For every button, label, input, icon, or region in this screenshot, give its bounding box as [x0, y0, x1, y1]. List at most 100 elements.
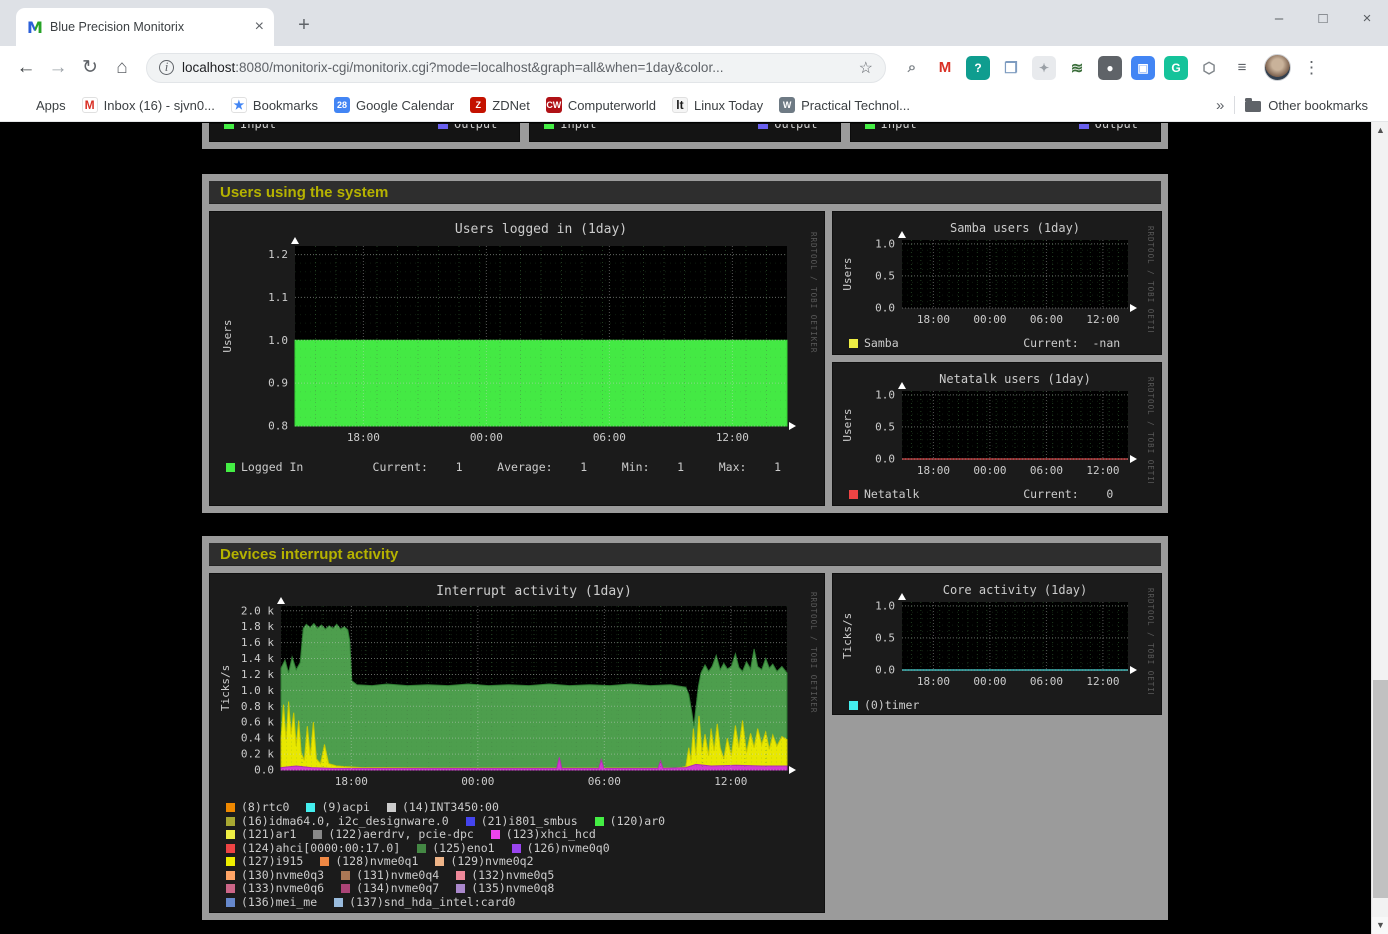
svg-text:1.1: 1.1: [268, 291, 288, 304]
legend-item: (137)snd_hda_intel:card0: [334, 896, 515, 910]
copy-pages-ext-icon[interactable]: ❐: [999, 56, 1023, 80]
netatalk-users-chart-panel[interactable]: 0.00.51.018:0000:0006:0012:00Netatalk us…: [832, 362, 1162, 506]
legend-row: (124)ahci[0000:00:17.0] (125)eno1 (126)nvm…: [217, 842, 817, 856]
legend-item: (123)xhci_hcd: [491, 828, 596, 842]
legend-label: (125)eno1: [432, 842, 494, 856]
browser-toolbar: ← → ↻ ⌂ i localhost:8080/monitorix-cgi/m…: [0, 46, 1388, 89]
svg-text:06:00: 06:00: [1030, 313, 1063, 326]
stack-ext-icon[interactable]: ≋: [1065, 56, 1089, 80]
rrdtool-watermark: RRDTOOL / TOBI OETIKER: [1146, 226, 1154, 332]
chart-ylabel: Users: [221, 319, 234, 352]
section-title-interrupts: Devices interrupt activity: [209, 543, 1161, 566]
legend-label: (9)acpi: [321, 801, 369, 815]
legend-item: (8)rtc0: [226, 801, 289, 815]
legend-item: Logged In Current: 1 Average: 1 Min: 1 M…: [226, 461, 781, 475]
lamp-ext-icon[interactable]: ●: [1098, 56, 1122, 80]
scrollbar-thumb[interactable]: [1373, 680, 1388, 898]
browser-tab[interactable]: M Blue Precision Monitorix ×: [16, 8, 274, 46]
legend-item: (128)nvme0q1: [320, 855, 418, 869]
svg-text:18:00: 18:00: [917, 313, 950, 326]
svg-text:00:00: 00:00: [461, 775, 494, 788]
users-logged-in-chart-panel[interactable]: 0.80.91.01.11.218:0000:0006:0012:00Users…: [209, 211, 825, 506]
legend-item: (124)ahci[0000:00:17.0]: [226, 842, 400, 856]
grammarly-ext-icon[interactable]: G: [1164, 56, 1188, 80]
core-activity-chart-panel[interactable]: 0.00.51.018:0000:0006:0012:00Core activi…: [832, 573, 1162, 715]
legend-item: (14)INT3450:00: [387, 801, 499, 815]
address-bar[interactable]: i localhost:8080/monitorix-cgi/monitorix…: [146, 53, 886, 83]
session-ext-icon[interactable]: ✦: [1032, 56, 1056, 80]
tab-close-icon[interactable]: ×: [255, 18, 264, 36]
legend-swatch: [456, 871, 465, 880]
svg-text:1.6 k: 1.6 k: [241, 636, 274, 649]
forward-icon[interactable]: →: [42, 57, 74, 79]
back-icon[interactable]: ←: [10, 57, 42, 79]
svg-text:12:00: 12:00: [1086, 313, 1119, 326]
extensions-puzzle-icon[interactable]: ⬡: [1197, 56, 1221, 80]
svg-text:0.6 k: 0.6 k: [241, 716, 274, 729]
legend-row: (127)i915(128)nvme0q1(129)nvme0q2: [217, 855, 817, 869]
bookmarks-overflow-icon[interactable]: »: [1216, 97, 1224, 114]
svg-text:0.0: 0.0: [875, 302, 895, 315]
interrupts-section: Devices interrupt activity 0.00.2 k0.4 k…: [202, 536, 1168, 920]
bookmark-item-google-calendar[interactable]: 28Google Calendar: [334, 97, 454, 113]
bookmark-star-icon[interactable]: ☆: [859, 58, 873, 78]
window-minimize-icon[interactable]: –: [1270, 10, 1288, 27]
legend-label: (126)nvme0q0: [527, 842, 610, 856]
page-scrollbar[interactable]: ▲ ▼: [1371, 122, 1388, 934]
other-bookmarks-button[interactable]: Other bookmarks: [1245, 98, 1368, 113]
legend-swatch: [758, 123, 768, 129]
legend-item: (21)i801_smbus: [466, 815, 578, 829]
reading-list-icon[interactable]: ≡: [1230, 56, 1254, 80]
legend-swatch: [865, 123, 875, 129]
legend-label: (135)nvme0q8: [471, 882, 554, 896]
legend-label: (131)nvme0q4: [356, 869, 439, 883]
svg-text:00:00: 00:00: [470, 431, 503, 444]
legend-label: (129)nvme0q2: [450, 855, 533, 869]
legend-swatch: [438, 123, 448, 129]
samba-users-chart-panel[interactable]: 0.00.51.018:0000:0006:0012:00Samba users…: [832, 211, 1162, 355]
legend-swatch: [466, 817, 475, 826]
bookmark-item-linux-today[interactable]: ltLinux Today: [672, 97, 763, 113]
gmail-ext-icon[interactable]: M: [933, 56, 957, 80]
new-tab-button[interactable]: +: [290, 12, 318, 40]
menu-kebab-icon[interactable]: ⋮: [1303, 58, 1320, 78]
legend-swatch: [226, 803, 235, 812]
meet-ext-icon[interactable]: ▣: [1131, 56, 1155, 80]
rrdtool-watermark: RRDTOOL / TOBI OETIKER: [809, 592, 817, 713]
svg-text:00:00: 00:00: [973, 675, 1006, 688]
bookmark-item-bookmarks[interactable]: ★Bookmarks: [231, 97, 318, 113]
legend-item: (122)aerdrv, pcie-dpc: [313, 828, 473, 842]
reload-icon[interactable]: ↻: [74, 56, 106, 79]
bookmark-item-inbox-16-sjvn0[interactable]: MInbox (16) - sjvn0...: [82, 97, 215, 113]
bookmark-item-computerworld[interactable]: CWComputerworld: [546, 97, 656, 113]
svg-text:18:00: 18:00: [917, 675, 950, 688]
legend-swatch: [226, 817, 235, 826]
profile-avatar[interactable]: [1264, 54, 1291, 81]
page-info-icon[interactable]: i: [159, 60, 174, 75]
bookmark-favicon: W: [779, 97, 795, 113]
interrupt-activity-chart-panel[interactable]: 0.00.2 k0.4 k0.6 k0.8 k1.0 k1.2 k1.4 k1.…: [209, 573, 825, 913]
bookmark-item-practical-technol[interactable]: WPractical Technol...: [779, 97, 910, 113]
scrollbar-down-icon[interactable]: ▼: [1372, 917, 1388, 934]
svg-text:18:00: 18:00: [335, 775, 368, 788]
svg-text:1.0: 1.0: [875, 237, 895, 250]
bookmark-item-apps[interactable]: Apps: [16, 98, 66, 113]
svg-text:1.2 k: 1.2 k: [241, 668, 274, 681]
legend-swatch: [226, 844, 235, 853]
svg-text:1.2: 1.2: [268, 248, 288, 261]
scrollbar-up-icon[interactable]: ▲: [1372, 122, 1388, 139]
home-icon[interactable]: ⌂: [106, 57, 138, 79]
bookmark-label: ZDNet: [492, 98, 530, 113]
url-text[interactable]: localhost:8080/monitorix-cgi/monitorix.c…: [182, 60, 851, 75]
svg-text:1.0: 1.0: [268, 334, 288, 347]
bookmark-item-zdnet[interactable]: ZZDNet: [470, 97, 530, 113]
legend-item: (131)nvme0q4: [341, 869, 439, 883]
legend-swatch: [1079, 123, 1089, 129]
legend-item: (0)timer: [849, 699, 919, 713]
window-maximize-icon[interactable]: □: [1314, 10, 1332, 27]
legend-input: Input: [544, 123, 596, 131]
window-close-icon[interactable]: ×: [1358, 10, 1376, 27]
voice-ext-icon[interactable]: ?: [966, 56, 990, 80]
search-ext-icon[interactable]: ⌕: [900, 56, 924, 80]
legend-item: (133)nvme0q6: [226, 882, 324, 896]
